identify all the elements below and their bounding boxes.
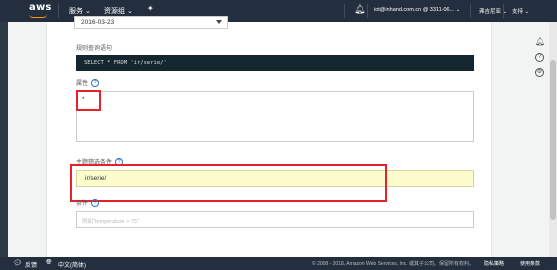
feedback-link[interactable]: 反馈 bbox=[25, 260, 37, 269]
aws-logo-smile bbox=[29, 14, 47, 18]
condition-input[interactable]: 例如"temperature > 75" bbox=[76, 211, 474, 228]
support-menu[interactable]: 支持 ⌄ bbox=[512, 7, 529, 15]
bell-outline-icon[interactable]: 🔔︎ bbox=[535, 37, 545, 46]
terms-link[interactable]: 使用条款 bbox=[520, 260, 540, 267]
footer: 💬︎ 反馈 🌐︎ 中文(简体) © 2008 - 2018, Amazon We… bbox=[0, 257, 557, 270]
help-icon[interactable]: ? bbox=[91, 79, 100, 88]
condition-label: 条件 bbox=[76, 201, 89, 207]
attribute-textarea[interactable] bbox=[76, 91, 474, 142]
nav-divider bbox=[470, 4, 471, 18]
feedback-icon[interactable]: 💬︎ bbox=[13, 259, 22, 267]
scrollbar-thumb[interactable] bbox=[550, 60, 556, 220]
highlight-box-topic bbox=[70, 164, 387, 202]
date-value: 2016-03-23 bbox=[81, 19, 115, 26]
sql-query-field[interactable]: SELECT * FROM 'ir/serie/' bbox=[76, 55, 474, 71]
attribute-label: 属性 bbox=[76, 81, 89, 87]
nav-divider bbox=[58, 4, 59, 18]
resource-groups-menu[interactable]: 资源组 ⌄ bbox=[104, 6, 133, 16]
pin-icon[interactable]: ✦ bbox=[147, 4, 154, 13]
help-circle-icon[interactable]: ? bbox=[535, 53, 544, 62]
date-select[interactable]: 2016-03-23 bbox=[74, 16, 228, 29]
services-menu[interactable]: 服务 ⌄ bbox=[69, 6, 91, 16]
nav-divider bbox=[503, 4, 504, 18]
account-menu[interactable]: iot@inhand.com.cn @ 3311-06... ⌄ bbox=[374, 7, 460, 13]
copyright-text: © 2008 - 2018, Amazon Web Services, Inc.… bbox=[312, 261, 474, 267]
privacy-link[interactable]: 隐私策略 bbox=[484, 260, 504, 267]
nav-divider bbox=[367, 4, 368, 18]
nav-divider bbox=[344, 4, 345, 18]
sql-label: 规则查询语句 bbox=[76, 46, 113, 52]
bell-icon[interactable]: 🔔︎ bbox=[354, 4, 365, 15]
attribute-label-row: 属性? bbox=[76, 78, 100, 88]
settings-icon[interactable]: ⚙ bbox=[535, 68, 544, 77]
left-sidebar-strip bbox=[0, 22, 8, 257]
aws-logo[interactable]: aws bbox=[29, 2, 52, 13]
language-selector[interactable]: 中文(简体) bbox=[58, 260, 86, 269]
globe-icon[interactable]: 🌐︎ bbox=[46, 259, 52, 267]
help-icon[interactable]: ? bbox=[91, 199, 100, 208]
condition-label-row: 条件? bbox=[76, 198, 100, 208]
highlight-box-attribute bbox=[76, 90, 101, 111]
chevron-down-icon bbox=[216, 20, 222, 24]
